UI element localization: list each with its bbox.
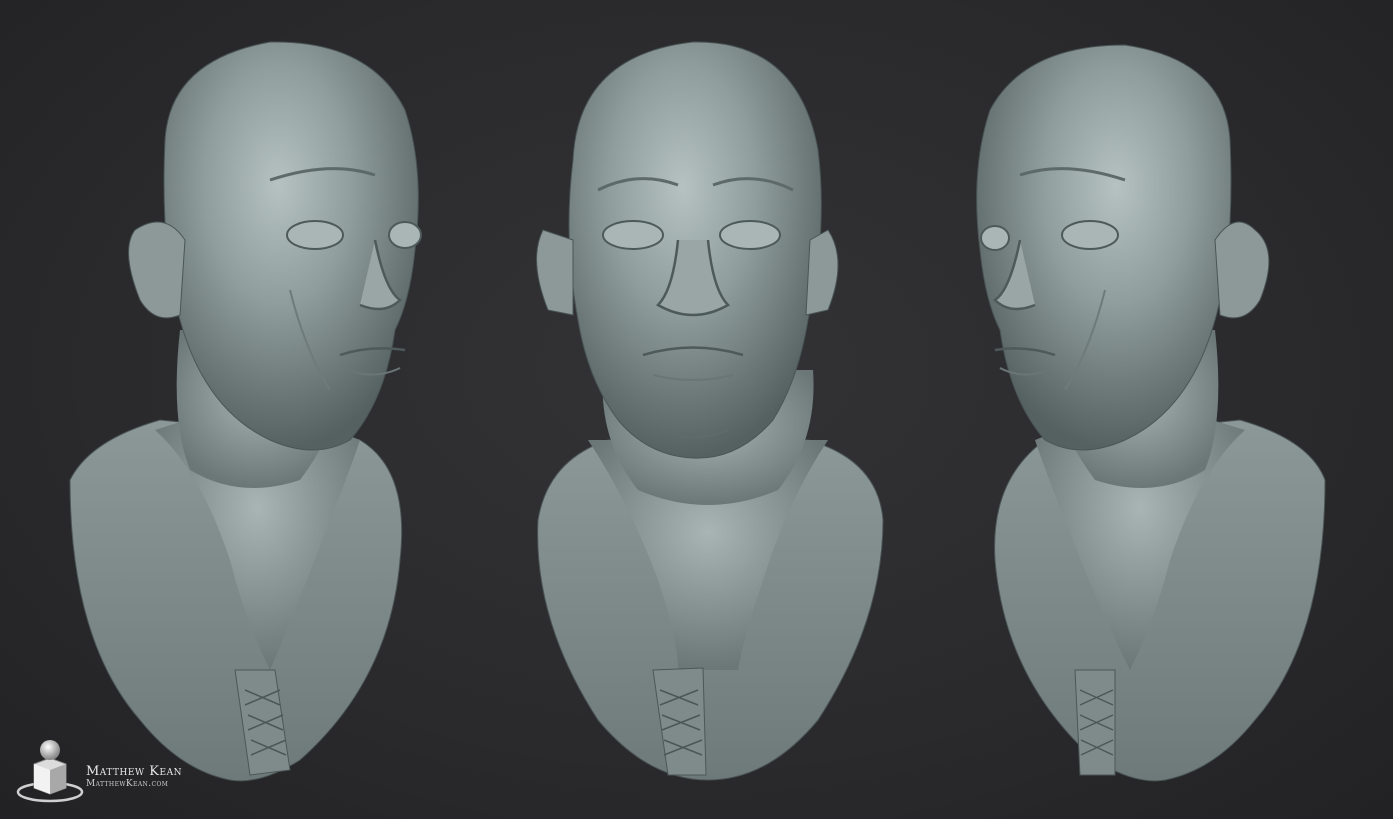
watermark-name: Matthew Kean — [86, 764, 182, 779]
render-canvas: Matthew Kean MatthewKean.com — [0, 0, 1393, 819]
sphere-on-cube-logo-icon — [16, 740, 84, 803]
bust-three-quarter-right — [965, 0, 1365, 790]
watermark: Matthew Kean MatthewKean.com — [14, 736, 234, 806]
watermark-site: MatthewKean.com — [86, 779, 169, 789]
bust-three-quarter-left — [30, 0, 430, 790]
bust-front — [528, 0, 888, 790]
